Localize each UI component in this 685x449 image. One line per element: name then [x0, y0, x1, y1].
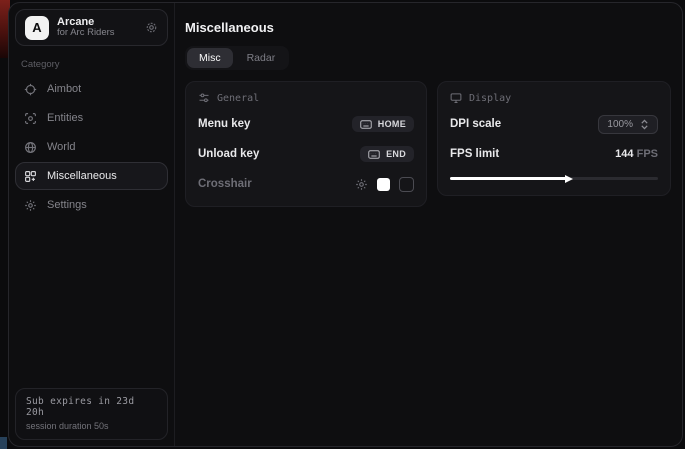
account-card[interactable]: A Arcane for Arc Riders: [15, 9, 168, 46]
tab-radar[interactable]: Radar: [235, 48, 288, 68]
sidebar-item-label: Entities: [47, 112, 83, 124]
unload-key-label: Unload key: [198, 148, 259, 160]
sidebar-nav: Aimbot Entities World: [9, 75, 174, 219]
background-blue-glimpse: [0, 437, 7, 449]
crosshair-color-swatch[interactable]: [377, 178, 390, 191]
category-label: Category: [21, 59, 162, 70]
fps-limit-row: FPS limit 144 FPS: [450, 144, 658, 164]
unload-key-value: END: [386, 149, 406, 159]
fps-limit-label: FPS limit: [450, 148, 499, 160]
panels-row: General Menu key HOME: [185, 81, 671, 207]
fps-slider-fill: [450, 177, 569, 180]
menu-key-row: Menu key HOME: [198, 114, 414, 134]
tab-misc[interactable]: Misc: [187, 48, 233, 68]
sidebar-item-settings[interactable]: Settings: [15, 191, 168, 219]
crosshair-settings-gear-icon[interactable]: [355, 178, 368, 191]
app-window: A Arcane for Arc Riders Category Aimbot: [8, 2, 683, 447]
display-panel-title: Display: [469, 93, 511, 104]
page-title: Miscellaneous: [185, 20, 671, 35]
sliders-icon: [198, 92, 210, 104]
sidebar-item-entities[interactable]: Entities: [15, 104, 168, 132]
session-duration-text: session duration 50s: [26, 421, 157, 431]
dpi-scale-select[interactable]: 100%: [598, 115, 658, 134]
sidebar: A Arcane for Arc Riders Category Aimbot: [9, 3, 175, 446]
crosshair-icon: [24, 83, 37, 96]
fps-slider-thumb[interactable]: [565, 175, 573, 183]
fps-limit-value: 144 FPS: [615, 148, 658, 160]
grid-icon: [24, 170, 37, 183]
sidebar-item-label: Miscellaneous: [47, 170, 117, 182]
tab-bar: Misc Radar: [185, 46, 289, 70]
sidebar-item-label: Aimbot: [47, 83, 81, 95]
menu-key-bind-button[interactable]: HOME: [352, 116, 414, 132]
sidebar-item-label: Settings: [47, 199, 87, 211]
app-logo: A: [25, 16, 49, 40]
dpi-scale-value: 100%: [607, 119, 633, 130]
subscription-card: Sub expires in 23d 20h session duration …: [15, 388, 168, 440]
unload-key-bind-button[interactable]: END: [360, 146, 414, 162]
sidebar-item-world[interactable]: World: [15, 133, 168, 161]
entities-icon: [24, 112, 37, 125]
monitor-icon: [450, 92, 462, 104]
app-subtitle: for Arc Riders: [57, 28, 115, 39]
unload-key-row: Unload key END: [198, 144, 414, 164]
sub-expiry-text: Sub expires in 23d 20h: [26, 396, 157, 418]
main-content: Miscellaneous Misc Radar General: [175, 3, 682, 446]
dpi-scale-label: DPI scale: [450, 118, 501, 130]
sidebar-item-aimbot[interactable]: Aimbot: [15, 75, 168, 103]
globe-icon: [24, 141, 37, 154]
chevron-up-down-icon: [640, 119, 649, 130]
general-panel-title: General: [217, 93, 259, 104]
menu-key-label: Menu key: [198, 118, 250, 130]
account-gear-icon[interactable]: [145, 21, 158, 34]
keyboard-icon: [368, 150, 380, 159]
crosshair-checkbox[interactable]: [399, 177, 414, 192]
menu-key-value: HOME: [378, 119, 406, 129]
dpi-scale-row: DPI scale 100%: [450, 114, 658, 134]
crosshair-label: Crosshair: [198, 178, 252, 190]
keyboard-icon: [360, 120, 372, 129]
display-panel: Display DPI scale 100% FPS limit: [437, 81, 671, 196]
sidebar-item-label: World: [47, 141, 76, 153]
sidebar-item-miscellaneous[interactable]: Miscellaneous: [15, 162, 168, 190]
fps-limit-slider[interactable]: [450, 174, 658, 183]
gear-icon: [24, 199, 37, 212]
general-panel: General Menu key HOME: [185, 81, 427, 207]
crosshair-row: Crosshair: [198, 174, 414, 194]
